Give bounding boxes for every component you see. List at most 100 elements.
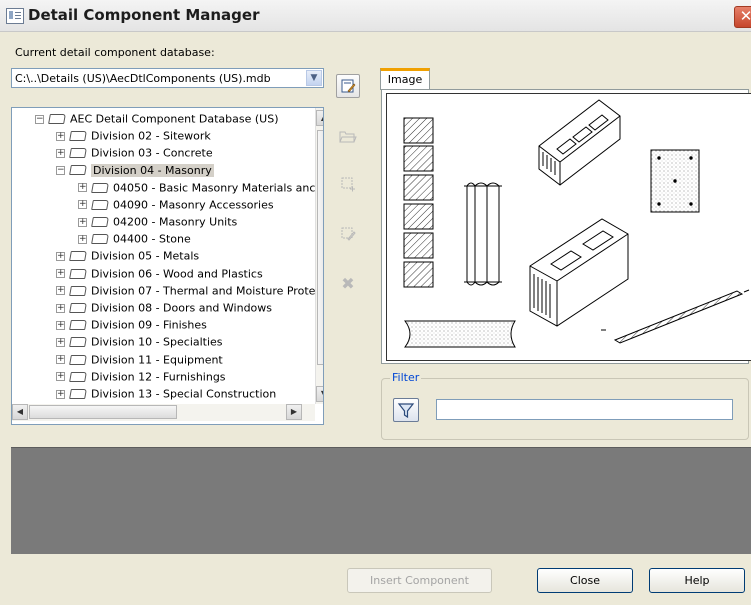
funnel-icon bbox=[397, 403, 415, 419]
database-path: C:\..\Details (US)\AecDtlComponents (US)… bbox=[15, 72, 271, 85]
tree-item-label: Division 11 - Equipment bbox=[91, 353, 223, 367]
window-close-button[interactable]: ✕ bbox=[734, 6, 751, 28]
folder-open-icon bbox=[69, 303, 87, 313]
tree-item-label: Division 08 - Doors and Windows bbox=[91, 301, 273, 315]
collapse-icon[interactable]: − bbox=[56, 165, 65, 175]
help-button[interactable]: Help bbox=[649, 568, 745, 593]
tree-item-division[interactable]: + Division 09 - Finishes bbox=[56, 316, 207, 333]
filter-legend: Filter bbox=[390, 371, 422, 384]
tree-item-section[interactable]: +04050 - Basic Masonry Materials anc bbox=[78, 179, 315, 196]
tree-item-division[interactable]: + Division 05 - Metals bbox=[56, 247, 199, 264]
expand-icon[interactable]: + bbox=[78, 183, 87, 193]
tree-item-division[interactable]: + Division 13 - Special Construction bbox=[56, 385, 276, 402]
component-preview bbox=[386, 93, 751, 361]
description-panel bbox=[11, 447, 751, 554]
component-tree[interactable]: − AEC Detail Component Database (US) + Div… bbox=[11, 107, 324, 425]
tree-item-division[interactable]: + Division 08 - Doors and Windows bbox=[56, 299, 272, 316]
folder-open-icon bbox=[69, 165, 87, 176]
masonry-preview-drawing bbox=[403, 99, 750, 348]
folder-open-icon bbox=[91, 182, 109, 193]
tree-item-label: 04400 - Stone bbox=[113, 232, 191, 246]
folder-open-icon bbox=[69, 389, 87, 399]
tree-item-section[interactable]: +04400 - Stone bbox=[78, 230, 191, 247]
expand-icon[interactable]: + bbox=[56, 303, 65, 313]
tree-item-section[interactable]: +04200 - Masonry Units bbox=[78, 213, 237, 230]
open-folder-button[interactable] bbox=[336, 124, 360, 148]
close-button[interactable]: Close bbox=[537, 568, 633, 593]
tree-item-division[interactable]: + Division 11 - Equipment bbox=[56, 351, 223, 368]
scroll-down-button[interactable]: ▼ bbox=[316, 386, 323, 402]
tree-item-label: Division 02 - Sitework bbox=[91, 129, 211, 143]
expand-icon[interactable]: + bbox=[56, 389, 65, 399]
tree-root[interactable]: − AEC Detail Component Database (US) bbox=[35, 110, 279, 127]
expand-icon[interactable]: + bbox=[56, 286, 65, 296]
edit-component-button[interactable] bbox=[336, 222, 360, 246]
expand-icon[interactable]: + bbox=[56, 355, 65, 365]
expand-icon[interactable]: + bbox=[56, 320, 65, 330]
expand-icon[interactable]: + bbox=[56, 337, 65, 347]
edit-database-icon bbox=[341, 79, 356, 93]
tree-item-division[interactable]: − Division 04 - Masonry bbox=[56, 161, 214, 178]
tree-item-division[interactable]: + Division 03 - Concrete bbox=[56, 144, 213, 161]
filter-button[interactable] bbox=[393, 398, 419, 422]
database-combo[interactable]: C:\..\Details (US)\AecDtlComponents (US)… bbox=[11, 68, 324, 88]
expand-icon[interactable]: + bbox=[56, 148, 65, 158]
expand-icon[interactable]: + bbox=[56, 251, 65, 261]
folder-open-icon bbox=[69, 354, 87, 365]
scroll-up-button[interactable]: ▲ bbox=[316, 110, 323, 126]
folder-open-icon bbox=[69, 320, 87, 331]
tree-item-section[interactable]: +04090 - Masonry Accessories bbox=[78, 196, 274, 213]
tree-item-division[interactable]: + Division 12 - Furnishings bbox=[56, 368, 226, 385]
expand-icon[interactable]: + bbox=[56, 372, 65, 382]
collapse-icon[interactable]: − bbox=[35, 114, 44, 124]
tree-item-label: Division 12 - Furnishings bbox=[91, 370, 226, 384]
tree-root-label: AEC Detail Component Database (US) bbox=[70, 112, 279, 126]
delete-icon: ✖ bbox=[341, 274, 355, 293]
tree-item-division[interactable]: + Division 02 - Sitework bbox=[56, 127, 211, 144]
tree-item-label: Division 13 - Special Construction bbox=[91, 387, 277, 401]
scroll-left-button[interactable]: ◀ bbox=[12, 404, 28, 420]
tree-item-label: Division 03 - Concrete bbox=[91, 146, 213, 160]
title-bar: Detail Component Manager ✕ bbox=[0, 0, 751, 32]
folder-open-icon bbox=[91, 199, 109, 210]
tree-item-division[interactable]: + Division 06 - Wood and Plastics bbox=[56, 265, 263, 282]
tree-item-label: 04050 - Basic Masonry Materials anc bbox=[113, 181, 316, 195]
image-panel bbox=[381, 89, 751, 364]
tree-item-label: Division 04 - Masonry bbox=[91, 163, 214, 177]
tab-image[interactable]: Image bbox=[380, 68, 430, 90]
folder-open-icon bbox=[91, 217, 109, 227]
expand-icon[interactable]: + bbox=[78, 234, 87, 244]
tree-item-division[interactable]: + Division 07 - Thermal and Moisture Prot… bbox=[56, 282, 315, 299]
filter-input[interactable] bbox=[436, 399, 733, 420]
tree-item-label: 04200 - Masonry Units bbox=[113, 215, 238, 229]
chevron-down-icon[interactable]: ▼ bbox=[306, 70, 322, 86]
tree-vertical-scrollbar[interactable]: ▲ ▼ bbox=[315, 108, 323, 404]
tree-item-label: Division 06 - Wood and Plastics bbox=[91, 267, 263, 281]
edit-database-button[interactable] bbox=[336, 74, 360, 98]
expand-icon[interactable]: + bbox=[56, 269, 65, 279]
expand-icon[interactable]: + bbox=[56, 131, 65, 141]
tree-item-label: Division 09 - Finishes bbox=[91, 318, 207, 332]
folder-open-icon bbox=[69, 268, 87, 279]
new-component-icon bbox=[341, 177, 355, 192]
scroll-right-button[interactable]: ▶ bbox=[286, 404, 302, 420]
app-icon bbox=[6, 8, 24, 24]
expand-icon[interactable]: + bbox=[78, 217, 87, 227]
tree-horizontal-scrollbar[interactable]: ◀ ▶ bbox=[12, 404, 315, 421]
new-component-button[interactable] bbox=[336, 172, 360, 196]
tree-item-label: Division 05 - Metals bbox=[91, 249, 200, 263]
tree-item-label: Division 10 - Specialties bbox=[91, 335, 223, 349]
insert-component-button[interactable]: Insert Component bbox=[347, 568, 492, 593]
delete-component-button[interactable]: ✖ bbox=[336, 272, 360, 296]
tree-item-label: Division 07 - Thermal and Moisture Prote bbox=[91, 284, 316, 298]
window-title: Detail Component Manager bbox=[28, 6, 260, 24]
database-label: Current detail component database: bbox=[15, 46, 215, 59]
folder-open-icon bbox=[69, 251, 87, 262]
tree-item-division[interactable]: + Division 10 - Specialties bbox=[56, 333, 223, 350]
edit-component-icon bbox=[341, 227, 356, 241]
scroll-thumb[interactable] bbox=[317, 130, 323, 365]
horizontal-scroll-thumb[interactable] bbox=[29, 405, 177, 419]
folder-open-icon bbox=[69, 371, 87, 382]
folder-open-icon bbox=[69, 131, 87, 141]
expand-icon[interactable]: + bbox=[78, 200, 87, 210]
